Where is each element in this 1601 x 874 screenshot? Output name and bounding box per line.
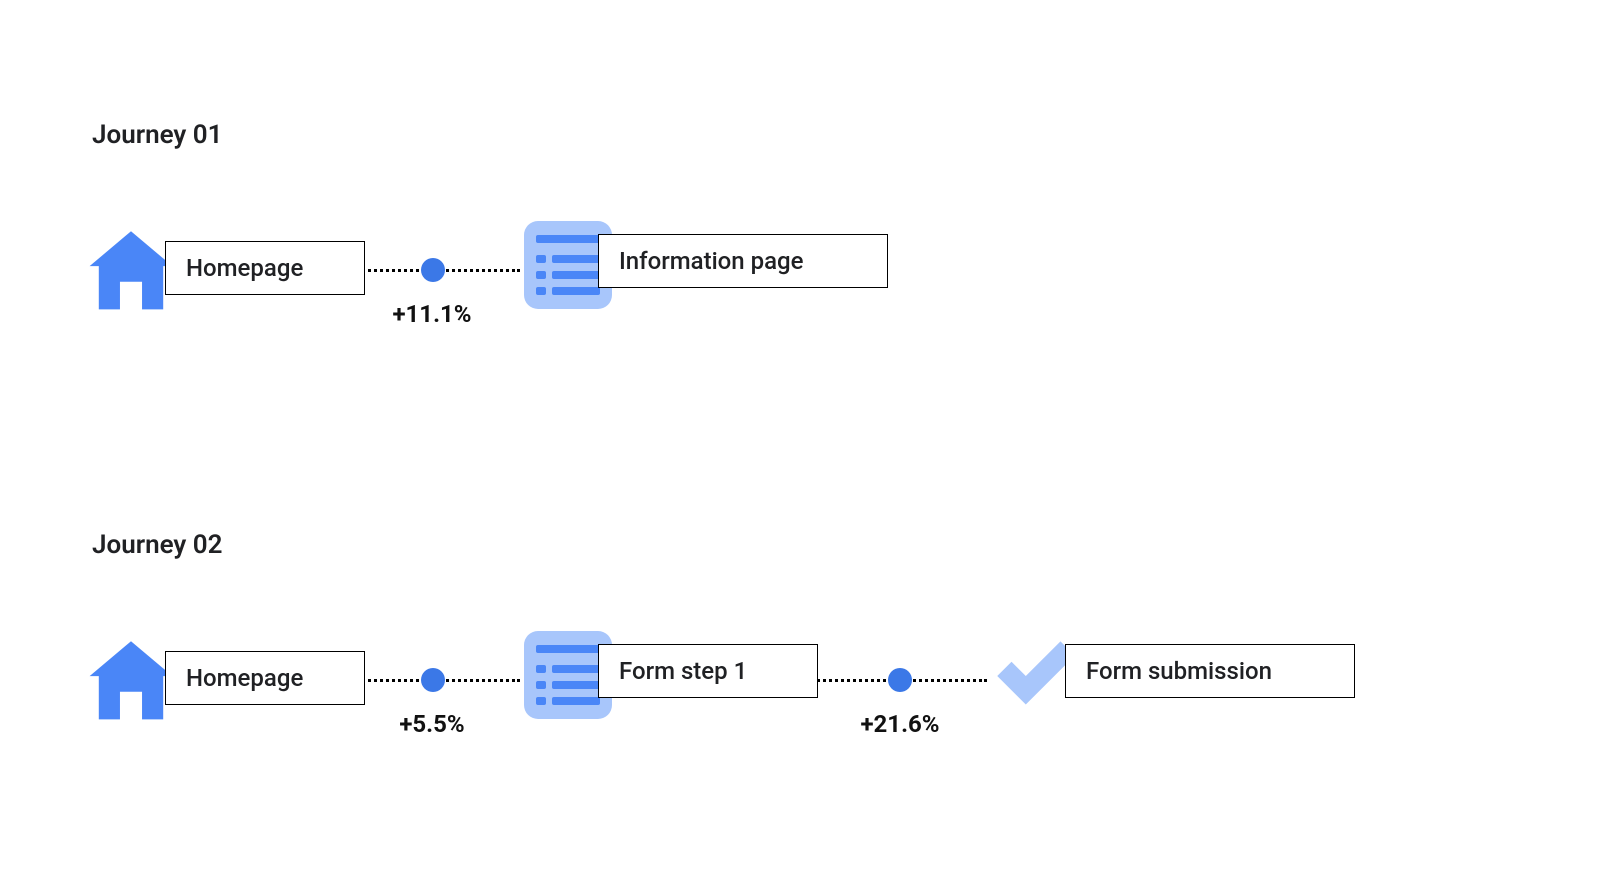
page-icon bbox=[518, 625, 610, 717]
step-label: Form submission bbox=[1065, 644, 1355, 698]
journey-2-delta-1: +5.5% bbox=[399, 710, 464, 738]
connector-dot-icon bbox=[421, 258, 445, 282]
journey-1-connector-1 bbox=[345, 258, 520, 298]
journey-2-delta-2: +21.6% bbox=[860, 710, 939, 738]
journey-2-step-homepage: Homepage bbox=[85, 632, 365, 724]
home-icon bbox=[85, 222, 177, 314]
step-label: Information page bbox=[598, 234, 888, 288]
journey-1-title: Journey 01 bbox=[92, 120, 223, 150]
journey-2-title: Journey 02 bbox=[92, 530, 223, 560]
journey-2-step-form: Form step 1 bbox=[518, 625, 818, 717]
journey-2-connector-1 bbox=[345, 668, 520, 708]
connector-dot-icon bbox=[888, 668, 912, 692]
journey-1-step-information: Information page bbox=[518, 215, 888, 307]
step-label: Homepage bbox=[165, 241, 365, 295]
check-icon bbox=[985, 625, 1077, 717]
journey-2-connector-2 bbox=[812, 668, 987, 708]
step-label: Form step 1 bbox=[598, 644, 818, 698]
diagram-canvas: Journey 01 Homepage +11.1% bbox=[0, 0, 1601, 874]
page-icon bbox=[518, 215, 610, 307]
journey-1-step-homepage: Homepage bbox=[85, 222, 365, 314]
step-label: Homepage bbox=[165, 651, 365, 705]
journey-1-delta-1: +11.1% bbox=[392, 300, 471, 328]
journey-2-step-submission: Form submission bbox=[985, 625, 1355, 717]
home-icon bbox=[85, 632, 177, 724]
connector-dot-icon bbox=[421, 668, 445, 692]
